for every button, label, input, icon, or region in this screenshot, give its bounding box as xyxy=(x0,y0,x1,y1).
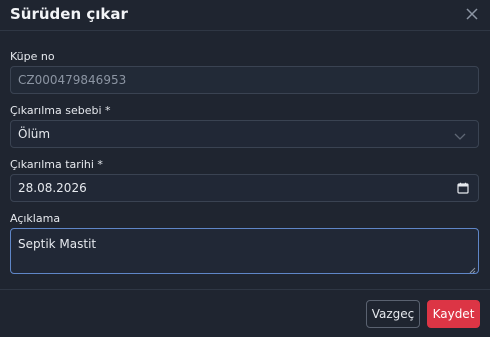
remove-from-herd-dialog: Sürüden çıkar Küpe no CZ000479846953 Çık… xyxy=(0,0,490,337)
date-label: Çıkarılma tarihi * xyxy=(10,158,103,171)
footer-divider xyxy=(0,289,490,290)
cancel-button[interactable]: Vazgeç xyxy=(366,300,420,328)
save-button[interactable]: Kaydet xyxy=(427,300,480,328)
dialog-header: Sürüden çıkar xyxy=(0,0,490,31)
calendar-icon[interactable] xyxy=(457,182,469,194)
ear-tag-value: CZ000479846953 xyxy=(18,73,127,87)
close-icon[interactable] xyxy=(462,4,482,24)
reason-label: Çıkarılma sebebi * xyxy=(10,104,111,117)
reason-select[interactable]: Ölüm xyxy=(10,120,479,148)
chevron-down-icon xyxy=(454,130,466,140)
note-label: Açıklama xyxy=(10,212,61,225)
reason-value: Ölüm xyxy=(18,127,51,141)
ear-tag-label: Küpe no xyxy=(10,50,55,63)
date-input[interactable]: 28.08.2026 xyxy=(10,174,479,202)
resize-handle-icon[interactable] xyxy=(468,263,476,274)
dialog-body: Küpe no CZ000479846953 Çıkarılma sebebi … xyxy=(0,50,490,274)
dialog-title: Sürüden çıkar xyxy=(10,5,128,23)
note-value: Septik Mastit xyxy=(18,237,97,251)
date-value: 28.08.2026 xyxy=(18,181,87,195)
ear-tag-field: CZ000479846953 xyxy=(10,66,479,94)
note-textarea[interactable]: Septik Mastit xyxy=(10,228,479,274)
